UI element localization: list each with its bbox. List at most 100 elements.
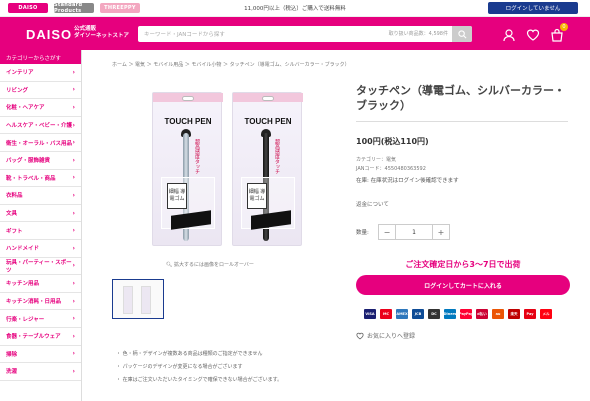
header-icons: 0 [502,23,568,42]
sidebar-item[interactable]: ギフト › [0,222,81,240]
sidebar-item-label: ヘルスケア・ベビー・介護 [6,123,73,130]
sidebar-item[interactable]: ハンドメイド › [0,240,81,258]
search-product-count: 取り扱い商品数：4,598件 [388,31,448,37]
product-info: タッチペン（導電ゴム、シルバーカラー・ブラック） 100円(税込110円) カテ… [356,83,568,208]
sidebar-item-label: 靴・トラベル・商品 [6,175,56,182]
sidebar-item[interactable]: 衣料品 › [0,187,81,205]
magnifier-icon: 🔍︎ [166,262,174,268]
shipping-estimate: ご注文確定日から3〜7日で出荷 [405,260,521,269]
sidebar-item[interactable]: キッチン用品 › [0,275,81,293]
product-price: 100円(税込110円) [356,137,429,146]
payment-method-icon: JCB [412,309,424,319]
search-button[interactable] [452,26,472,42]
zoom-hint-text: 拡大するには画像をロールオーバー [173,262,254,268]
daiso-logo[interactable]: DAISO [26,27,72,42]
payment-method-icon: d払い [476,309,488,319]
note-text: パッケージのデザインが変更になる場合がございます [122,364,243,370]
return-policy-link[interactable]: 返金について [356,200,568,208]
sidebar-item-label: キッチン用品 [6,281,40,288]
user-icon[interactable] [502,27,516,42]
payment-method-icon: au [492,309,504,319]
sidebar-item[interactable]: 文具 › [0,205,81,223]
chevron-right-icon: › [72,279,75,287]
add-to-cart-button[interactable]: ログインしてカートに入れる [356,275,570,295]
package-vertical-text: 超高感度タッチ [194,139,200,174]
product-image-black[interactable]: TOUCH PEN 超高感度タッチ 細幅 導電ゴム [232,92,303,246]
sidebar-item[interactable]: 行楽・レジャー › [0,310,81,328]
package-silver: TOUCH PEN 超高感度タッチ 細幅 導電ゴム [152,92,223,246]
login-status-button[interactable]: ログインしていません [488,2,578,14]
chevron-right-icon: › [72,227,75,235]
package-black: TOUCH PEN 超高感度タッチ 細幅 導電ゴム [232,92,303,246]
heart-outline-icon [356,332,364,339]
sidebar-item[interactable]: インテリア › [0,64,81,82]
sidebar-item-label: インテリア [6,70,34,77]
chevron-right-icon: › [72,139,75,147]
thumbnail-strip [112,279,164,319]
sidebar-item-label: 化粧・ヘアケア [6,105,45,112]
package-vertical-text: 超高感度タッチ [274,139,280,174]
package-hang-hole [262,96,274,101]
sidebar-item-label: ギフト [6,228,23,235]
package-label: 細幅 導電ゴム [247,183,267,209]
payment-method-icon: メル [540,309,552,319]
sidebar-item[interactable]: 掃除 › [0,346,81,364]
top-bar: DAISO Standard Products THREEPPY 11,000円… [0,0,590,17]
chevron-right-icon: › [72,367,75,375]
thumbnail-1[interactable] [112,279,164,319]
heart-icon[interactable] [526,27,540,41]
sidebar-item-label: 文具 [6,211,18,218]
search-icon [457,29,466,38]
logo-sub-line-1: 公式通販 [74,26,97,32]
sidebar-item[interactable]: リビング › [0,82,81,100]
sidebar-item[interactable]: 玩具・パーティー・スポーツ › [0,258,81,276]
breadcrumb[interactable]: ホーム ＞ 電気 ＞ モバイル用品 ＞ モバイル小物 ＞ タッチペン（導電ゴム、… [112,61,350,68]
sidebar-item[interactable]: 化粧・ヘアケア › [0,99,81,117]
note-text: 色・柄・デザインが複数ある商品は種類のご指定ができません [122,351,263,357]
payment-method-icon: Diners [444,309,456,319]
thumb-mini-black [141,286,151,314]
product-image-silver[interactable]: TOUCH PEN 超高感度タッチ 細幅 導電ゴム [152,92,223,246]
chevron-right-icon: › [72,121,75,129]
favorite-label: お気に入りへ登録 [367,333,416,340]
chevron-right-icon: › [72,103,75,111]
chevron-right-icon: › [72,156,75,164]
sidebar-item[interactable]: キッチン消耗・日用品 › [0,293,81,311]
payment-method-icon: VISA [364,309,376,319]
chevron-right-icon: › [72,244,75,252]
sidebar-item[interactable]: バッグ・服飾雑貨 › [0,152,81,170]
chevron-right-icon: › [72,209,75,217]
payment-methods: VISA MC AMEX JCB DC Diners PayPay d払い au 楽天 Pay メル [364,309,552,319]
payment-method-icon: AMEX [396,309,408,319]
sidebar-item-label: 掃除 [6,351,18,358]
add-favorite-link[interactable]: お気に入りへ登録 [356,331,415,340]
sidebar-item[interactable]: 食器・テーブルウェア › [0,328,81,346]
sidebar-list: インテリア › リビング › 化粧・ヘアケア › ヘルスケア・ベビー・介護 › 衛生・オーラル・… [0,64,81,381]
quantity-decrease-button[interactable]: − [379,225,395,239]
quantity-increase-button[interactable]: + [433,225,449,239]
chevron-right-icon: › [72,68,75,76]
note-item: ・ 在庫はご注文いただいたタイミングで確保できない場合がございます。 [116,377,283,383]
chevron-right-icon: › [72,315,75,323]
sidebar-item[interactable]: 洗濯 › [0,363,81,381]
sidebar-item-label: 洗濯 [6,369,18,376]
payment-method-icon: PayPay [459,309,473,319]
quantity-input[interactable]: 1 [395,225,433,239]
chevron-right-icon: › [72,262,75,270]
category-sidebar: カテゴリーからさがす インテリア › リビング › 化粧・ヘアケア › ヘルスケア・ベビー・… [0,50,82,401]
note-item: ・ パッケージのデザインが変更になる場合がございます [116,364,243,370]
sidebar-item[interactable]: ヘルスケア・ベビー・介護 › [0,117,81,135]
chevron-right-icon: › [72,191,75,199]
note-item: ・ 色・柄・デザインが複数ある商品は種類のご指定ができません [116,351,263,357]
sidebar-item[interactable]: 靴・トラベル・商品 › [0,170,81,188]
note-text: 在庫はご注文いただいたタイミングで確保できない場合がございます。 [122,377,283,383]
sidebar-item-label: ハンドメイド [6,246,40,253]
chevron-right-icon: › [72,332,75,340]
stock-status: 在庫: 在庫状況はログイン後確認できます [356,178,459,184]
cart-count-badge: 0 [560,23,568,31]
sidebar-item-label: 玩具・パーティー・スポーツ [6,259,72,274]
sidebar-item[interactable]: 衛生・オーラル・バス用品 › [0,134,81,152]
quantity-stepper: − 1 + [378,224,450,240]
search-input[interactable]: キーワード・JANコードから探す 取り扱い商品数：4,598件 [138,26,472,42]
cart-icon[interactable]: 0 [550,23,568,42]
